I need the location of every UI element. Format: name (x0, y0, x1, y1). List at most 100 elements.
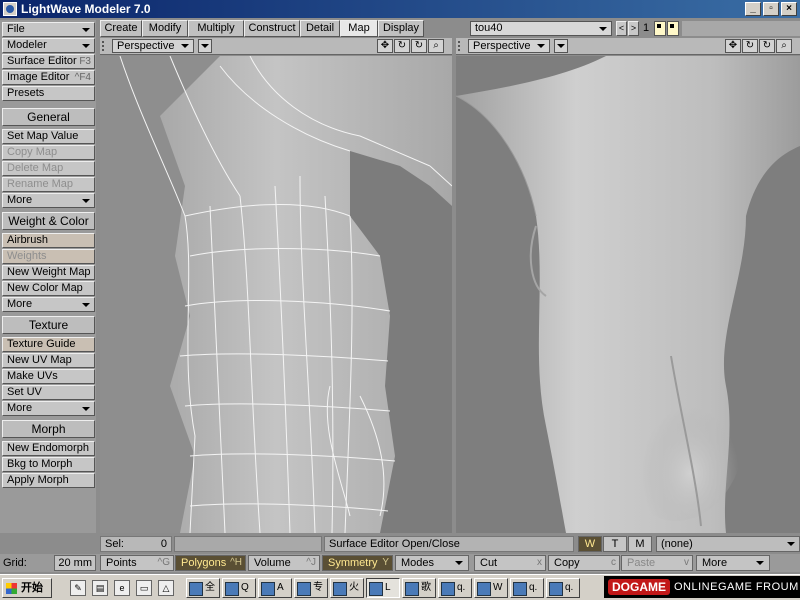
tab-detail[interactable]: Detail (300, 20, 340, 37)
shaded-torso-render (456, 56, 800, 533)
taskbar-task-7[interactable]: 歌 (402, 578, 436, 598)
taskbar-task-1[interactable]: 全 (186, 578, 220, 598)
restore-button[interactable]: ▫ (763, 2, 779, 16)
prev-object-button[interactable]: < (616, 21, 627, 36)
taskbar-task-4[interactable]: 专 (294, 578, 328, 598)
sidebar-item-more[interactable]: More (2, 401, 95, 416)
taskbar-task-2[interactable]: Q (222, 578, 256, 598)
sidebar-item-airbrush[interactable]: Airbrush (2, 233, 95, 248)
sidebar-item-modeler[interactable]: Modeler (2, 38, 95, 53)
more-button[interactable]: More (696, 555, 770, 571)
tab-create[interactable]: Create (100, 20, 142, 37)
sidebar-item-new-color-map[interactable]: New Color Map (2, 281, 95, 296)
quicklaunch-warning-icon[interactable]: △ (158, 580, 174, 596)
start-button[interactable]: 开始 (2, 578, 52, 598)
vmap-select[interactable]: (none) (656, 536, 800, 552)
minimize-button[interactable]: _ (745, 2, 761, 16)
sidebar-item-new-uv-map[interactable]: New UV Map (2, 353, 95, 368)
sidebar-item-set-map-value[interactable]: Set Map Value (2, 129, 95, 144)
viewport-right-mode-select[interactable]: Perspective (468, 39, 550, 53)
sidebar-item-set-uv[interactable]: Set UV (2, 385, 95, 400)
viewport-right-tools: ✥ ↻ ↻ ⌕ (725, 39, 792, 53)
taskbar-task-9[interactable]: W (474, 578, 508, 598)
sidebar-item-copy-map[interactable]: Copy Map (2, 145, 95, 160)
modes-button[interactable]: Modes (395, 555, 469, 571)
texture-map-toggle[interactable]: T (603, 536, 627, 552)
tab-modify[interactable]: Modify (142, 20, 188, 37)
tab-display[interactable]: Display (378, 20, 424, 37)
tab-construct[interactable]: Construct (244, 20, 300, 37)
viewport-left-render-select[interactable] (198, 39, 212, 53)
quicklaunch-edit-icon[interactable]: ✎ (70, 580, 86, 596)
quicklaunch-folder-icon[interactable]: ▭ (136, 580, 152, 596)
sidebar-item-new-weight-map[interactable]: New Weight Map (2, 265, 95, 280)
symmetry-button[interactable]: Symmetry Y (322, 555, 393, 571)
status-row: Sel: 0 Surface Editor Open/Close W T M (… (100, 536, 800, 552)
copy-button[interactable]: Copy c (548, 555, 620, 571)
paste-button[interactable]: Paste v (621, 555, 693, 571)
sidebar-item-delete-map[interactable]: Delete Map (2, 161, 95, 176)
quicklaunch-document-icon[interactable]: ▤ (92, 580, 108, 596)
points-button[interactable]: Points ^G (100, 555, 174, 571)
sidebar-item-make-uvs[interactable]: Make UVs (2, 369, 95, 384)
sidebar-item-more[interactable]: More (2, 297, 95, 312)
rotate-view-icon[interactable]: ↻ (394, 39, 410, 53)
chevron-down-icon (455, 561, 463, 565)
sidebar-item-image-editor[interactable]: Image Editor ^F4 (2, 70, 95, 85)
rotate-view-icon[interactable]: ↻ (742, 39, 758, 53)
rotate-view-icon-2[interactable]: ↻ (759, 39, 775, 53)
taskbar-task-6[interactable]: L (366, 578, 400, 598)
sidebar-item-apply-morph[interactable]: Apply Morph (2, 473, 95, 488)
sidebar-item-file[interactable]: File (2, 22, 95, 37)
taskbar-task-3[interactable]: A (258, 578, 292, 598)
sidebar-section-texture: Texture (2, 316, 95, 334)
viewport-left-canvas[interactable] (100, 56, 452, 533)
cut-button[interactable]: Cut x (474, 555, 546, 571)
weight-map-toggle[interactable]: W (578, 536, 602, 552)
chevron-down-icon (787, 542, 795, 546)
viewport-left-mode-select[interactable]: Perspective (112, 39, 194, 53)
zoom-view-icon[interactable]: ⌕ (776, 39, 792, 53)
viewport-right[interactable]: Perspective ✥ ↻ ↻ ⌕ (456, 38, 800, 533)
taskbar-task-5[interactable]: 火 (330, 578, 364, 598)
tab-multiply[interactable]: Multiply (188, 20, 244, 37)
sidebar-item-presets[interactable]: Presets (2, 86, 95, 101)
volume-button[interactable]: Volume ^J (248, 555, 320, 571)
sidebar-item-surface-editor[interactable]: Surface Editor F3 (2, 54, 95, 69)
sidebar-item-new-endomorph[interactable]: New Endomorph (2, 441, 95, 456)
object-selector[interactable]: tou40 (470, 21, 612, 36)
layer-strip (682, 21, 800, 36)
sidebar-item-more[interactable]: More (2, 193, 95, 208)
shortcut-hint: ^J (306, 557, 316, 568)
sidebar-section-morph: Morph (2, 420, 95, 438)
morph-map-toggle[interactable]: M (628, 536, 652, 552)
zoom-view-icon[interactable]: ⌕ (428, 39, 444, 53)
window-controls: _ ▫ × (745, 2, 797, 16)
shortcut-hint: c (611, 557, 616, 568)
close-button[interactable]: × (781, 2, 797, 16)
polygons-button[interactable]: Polygons ^H (175, 555, 246, 571)
layer-fg-box[interactable] (654, 21, 666, 36)
rotate-view-icon-2[interactable]: ↻ (411, 39, 427, 53)
sidebar-section-weight-color: Weight & Color (2, 212, 95, 230)
viewport-right-render-select[interactable] (554, 39, 568, 53)
sidebar-item-texture-guide[interactable]: Texture Guide (2, 337, 95, 352)
sidebar-item-weights[interactable]: Weights (2, 249, 95, 264)
sidebar-item-bkg-to-morph[interactable]: Bkg to Morph (2, 457, 95, 472)
viewport-right-canvas[interactable] (456, 56, 800, 533)
move-view-icon[interactable]: ✥ (377, 39, 393, 53)
move-view-icon[interactable]: ✥ (725, 39, 741, 53)
taskbar-task-8[interactable]: q. (438, 578, 472, 598)
grip-icon (102, 41, 108, 51)
viewport-right-header: Perspective ✥ ↻ ↻ ⌕ (456, 38, 800, 55)
layer-bg-box[interactable] (667, 21, 679, 36)
quicklaunch-browser-icon[interactable]: e (114, 580, 130, 596)
viewport-left[interactable]: Perspective ✥ ↻ ↻ ⌕ (100, 38, 452, 533)
shortcut-hint: Y (382, 557, 389, 568)
layer-bank-number: 1 (643, 22, 650, 34)
taskbar-task-10[interactable]: q. (510, 578, 544, 598)
next-object-button[interactable]: > (628, 21, 639, 36)
taskbar-task-11[interactable]: q. (546, 578, 580, 598)
sidebar-item-rename-map[interactable]: Rename Map (2, 177, 95, 192)
tab-map[interactable]: Map (340, 20, 378, 37)
